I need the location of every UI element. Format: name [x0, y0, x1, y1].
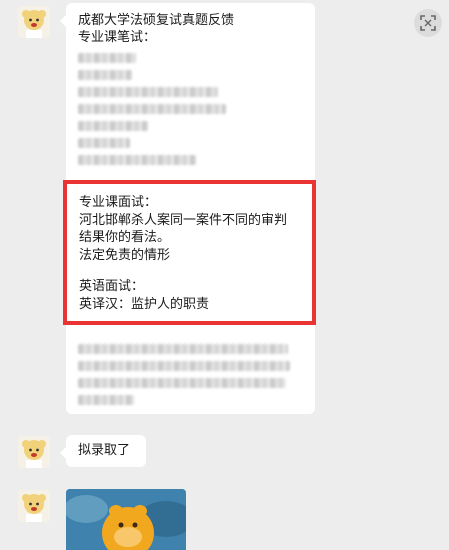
avatar-icon: [18, 490, 50, 522]
blurred-written-content: [78, 53, 303, 165]
blurred-trailing-content: [78, 337, 290, 412]
scan-icon: [420, 15, 436, 31]
avatar-icon: [18, 6, 50, 38]
avatar[interactable]: [18, 6, 50, 38]
cartoon-character-photo: [66, 489, 186, 550]
interview-label: 专业课面试：: [79, 195, 158, 210]
interview-question-2: 法定免责的情形: [79, 247, 171, 263]
avatar[interactable]: [18, 490, 50, 522]
written-exam-label: 专业课笔试：: [78, 30, 157, 45]
english-interview-label: 英语面试：: [79, 279, 145, 294]
chat-view: 成都大学法硕复试真题反馈 专业课笔试： 专业课面试： 河北邯郸杀人案同一案件不同…: [0, 0, 449, 550]
image-message[interactable]: [66, 489, 186, 550]
avatar[interactable]: [18, 436, 50, 468]
interview-question-1-line-2: 结果你的看法。: [79, 230, 171, 245]
avatar-icon: [18, 436, 50, 468]
message-text: 拟录取了: [78, 443, 131, 458]
highlighted-interview-box: 专业课面试： 河北邯郸杀人案同一案件不同的审判 结果你的看法。 法定免责的情形 …: [63, 180, 316, 325]
scan-button[interactable]: [414, 9, 442, 37]
english-question: 英译汉：监护人的职责: [79, 296, 210, 312]
message-title: 成都大学法硕复试真题反馈: [78, 13, 235, 28]
interview-question-1-line-1: 河北邯郸杀人案同一案件不同的审判: [79, 212, 288, 228]
message-bubble-2[interactable]: 拟录取了: [60, 435, 146, 467]
